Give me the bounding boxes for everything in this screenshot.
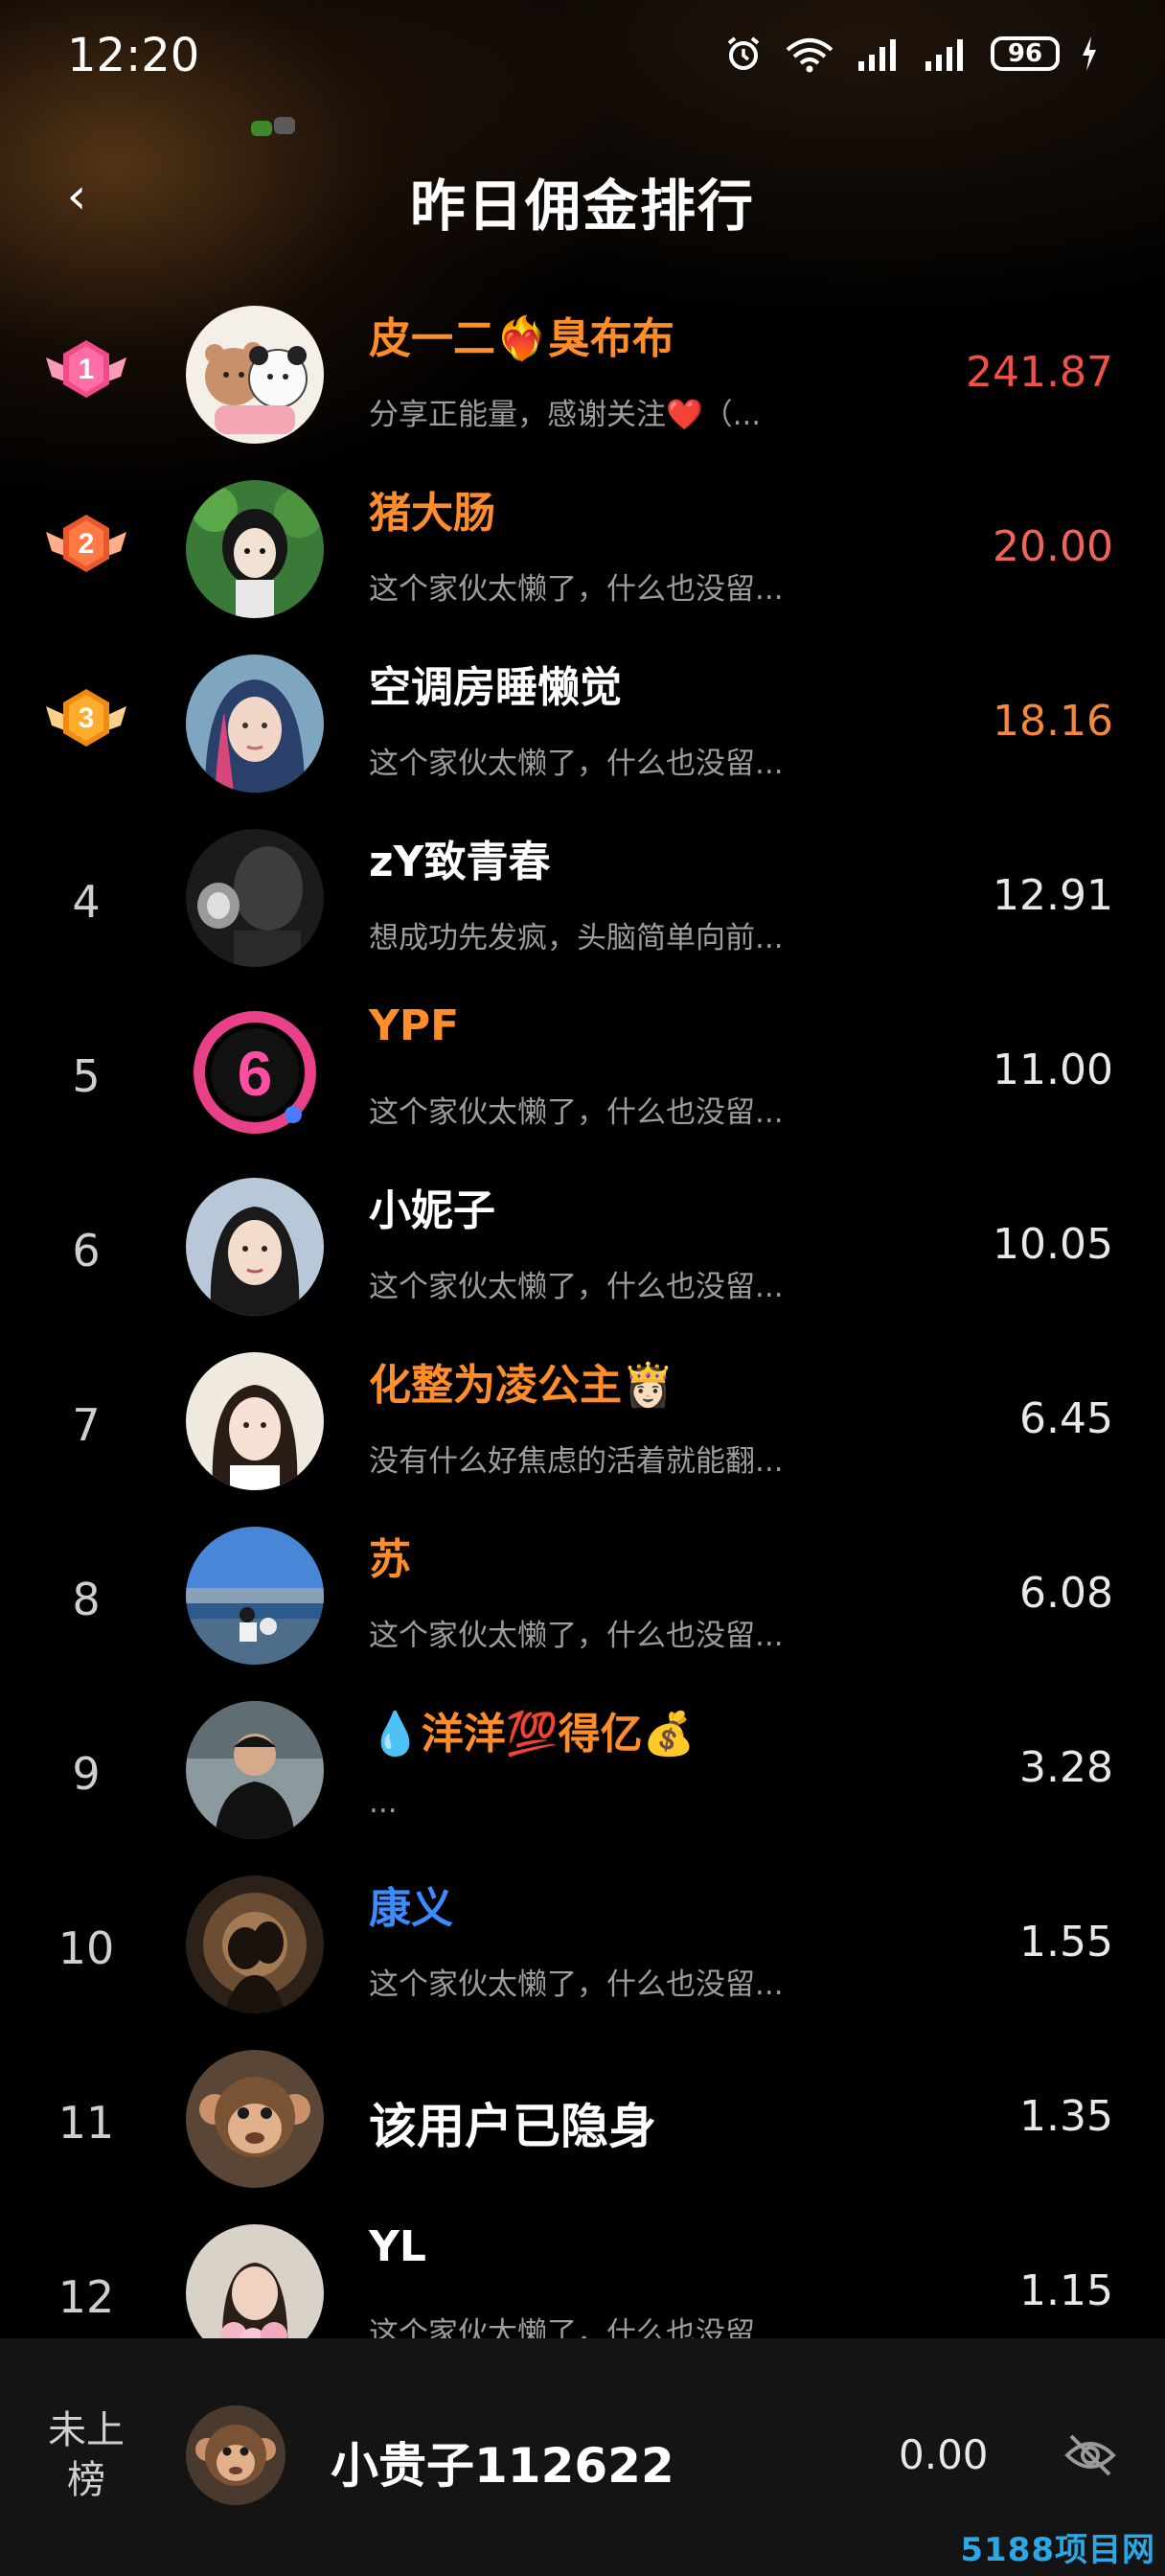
- user-name: 化整为凌公主👸🏻: [369, 1361, 674, 1410]
- list-item[interactable]: 1 皮一二❤️‍🔥臭布布 分享正能量，感谢关注❤️（... 241.87: [0, 292, 1165, 467]
- avatar[interactable]: [186, 306, 324, 444]
- user-name: 康义: [369, 1884, 453, 1933]
- user-name: zY致青春: [369, 838, 551, 886]
- commission-amount: 6.08: [1019, 1569, 1113, 1618]
- svg-text:1: 1: [79, 354, 95, 385]
- avatar[interactable]: [186, 2224, 324, 2338]
- signal-icon-2: [925, 39, 963, 71]
- list-item[interactable]: 9 💧洋洋💯得亿💰 ... 3.28: [0, 1688, 1165, 1862]
- user-name: 皮一二❤️‍🔥臭布布: [369, 314, 674, 363]
- user-name: YL: [369, 2222, 426, 2271]
- list-item[interactable]: 6 小妮子 这个家伙太懒了，什么也没留... 10.05: [0, 1164, 1165, 1339]
- user-bio: 这个家伙太懒了，什么也没留...: [369, 1270, 784, 1304]
- watermark-text: 5188项目网: [960, 2531, 1155, 2569]
- gold-medal-icon: 1: [38, 329, 134, 415]
- user-bio: 想成功先发疯，头脑简单向前...: [369, 921, 784, 955]
- list-item[interactable]: 4 zY致青春 想成功先发疯，头脑简单向前... 12.91: [0, 816, 1165, 990]
- avatar[interactable]: [186, 1875, 324, 2013]
- page-header: ‹ 昨日佣金排行: [0, 144, 1165, 249]
- user-bio: 这个家伙太懒了，什么也没留...: [369, 572, 784, 607]
- rank-number: 10: [57, 1922, 115, 1974]
- list-item[interactable]: 12 YL 这个家伙太懒了，什么也没留... 1.15: [0, 2211, 1165, 2338]
- rank-number: 6: [72, 1225, 101, 1276]
- list-item[interactable]: 8 苏 这个家伙太懒了，什么也没留... 6.08: [0, 1513, 1165, 1688]
- page-title: 昨日佣金排行: [409, 173, 755, 239]
- user-name: YPF: [369, 1001, 460, 1050]
- small-decoration-icon: [251, 117, 295, 136]
- commission-amount: 11.00: [993, 1046, 1113, 1094]
- svg-text:2: 2: [79, 528, 95, 560]
- user-name: 空调房睡懒觉: [369, 663, 622, 712]
- user-bio: 没有什么好焦虑的活着就能翻...: [369, 1444, 784, 1479]
- silver-medal-icon: 2: [38, 503, 134, 589]
- commission-amount: 6.45: [1019, 1394, 1113, 1443]
- user-bio: 分享正能量，感谢关注❤️（...: [369, 398, 762, 432]
- commission-amount: 18.16: [993, 697, 1113, 746]
- alarm-icon: [727, 36, 760, 70]
- user-bio: 这个家伙太懒了，什么也没留...: [369, 747, 784, 781]
- commission-amount: 1.35: [1019, 2092, 1113, 2141]
- avatar[interactable]: 6: [186, 1003, 324, 1141]
- avatar[interactable]: [186, 1352, 324, 1490]
- user-bio: 这个家伙太懒了，什么也没留...: [369, 1619, 784, 1653]
- list-item[interactable]: 11 该用户已隐身 1.35: [0, 2036, 1165, 2211]
- rank-number: 5: [72, 1050, 101, 1102]
- commission-amount: 10.05: [993, 1220, 1113, 1269]
- avatar[interactable]: [186, 829, 324, 967]
- user-bio: 这个家伙太懒了，什么也没留...: [369, 2316, 784, 2338]
- commission-amount: 241.87: [966, 348, 1113, 397]
- avatar[interactable]: [186, 655, 324, 793]
- list-item[interactable]: 2 猪大肠 这个家伙太懒了，什么也没留... 20.00: [0, 467, 1165, 641]
- charging-icon: [1083, 36, 1096, 71]
- my-amount: 0.00: [899, 2431, 989, 2478]
- commission-amount: 20.00: [993, 522, 1113, 571]
- commission-amount: 1.55: [1019, 1918, 1113, 1966]
- list-item[interactable]: 7 化整为凌公主👸🏻 没有什么好焦虑的活着就能翻... 6.45: [0, 1339, 1165, 1513]
- my-name: 小贵子112622: [331, 2438, 674, 2494]
- user-name: 苏: [369, 1535, 411, 1584]
- avatar[interactable]: [186, 1527, 324, 1665]
- avatar[interactable]: [186, 480, 324, 618]
- list-item[interactable]: 5 6 YPF 这个家伙太懒了，什么也没留... 11.00: [0, 990, 1165, 1164]
- user-bio: 这个家伙太懒了，什么也没留...: [369, 1095, 784, 1130]
- my-rank-label: 未上榜: [48, 2408, 125, 2502]
- rank-number: 12: [57, 2271, 115, 2323]
- rank-number: 9: [72, 1748, 101, 1800]
- my-avatar[interactable]: [186, 2405, 286, 2505]
- user-name: 小妮子: [369, 1186, 495, 1235]
- list-item[interactable]: 10 康义 这个家伙太懒了，什么也没留... 1.55: [0, 1862, 1165, 2036]
- svg-text:3: 3: [79, 702, 95, 734]
- ranking-list[interactable]: 1 皮一二❤️‍🔥臭布布 分享正能量，感谢关注❤️（... 241.87 2 猪…: [0, 292, 1165, 2338]
- status-icons: 96: [724, 34, 1098, 73]
- rank-number: 11: [57, 2097, 115, 2149]
- avatar[interactable]: [186, 1701, 324, 1839]
- list-item[interactable]: 3 空调房睡懒觉 这个家伙太懒了，什么也没留... 18.16: [0, 641, 1165, 816]
- bronze-medal-icon: 3: [38, 678, 134, 764]
- user-bio: ...: [369, 1785, 398, 1820]
- wifi-icon: [786, 38, 834, 73]
- rank-number: 4: [72, 876, 101, 928]
- commission-amount: 3.28: [1019, 1743, 1113, 1792]
- rank-number: 8: [72, 1574, 101, 1625]
- avatar[interactable]: [186, 1178, 324, 1316]
- user-bio: 这个家伙太懒了，什么也没留...: [369, 1967, 784, 2002]
- battery-indicator: 96: [991, 36, 1060, 71]
- rank-number: 7: [72, 1399, 101, 1451]
- hide-eye-icon[interactable]: [1062, 2430, 1119, 2480]
- status-bar: 12:20 96: [0, 0, 1165, 115]
- svg-text:6: 6: [238, 1038, 273, 1109]
- user-name: 猪大肠: [369, 489, 495, 538]
- user-name: 💧洋洋💯得亿💰: [369, 1710, 696, 1759]
- commission-amount: 12.91: [993, 871, 1113, 920]
- user-name: 该用户已隐身: [369, 2099, 656, 2154]
- avatar[interactable]: [186, 2050, 324, 2188]
- status-time: 12:20: [67, 29, 200, 82]
- commission-amount: 1.15: [1019, 2266, 1113, 2315]
- signal-icon-1: [858, 39, 896, 71]
